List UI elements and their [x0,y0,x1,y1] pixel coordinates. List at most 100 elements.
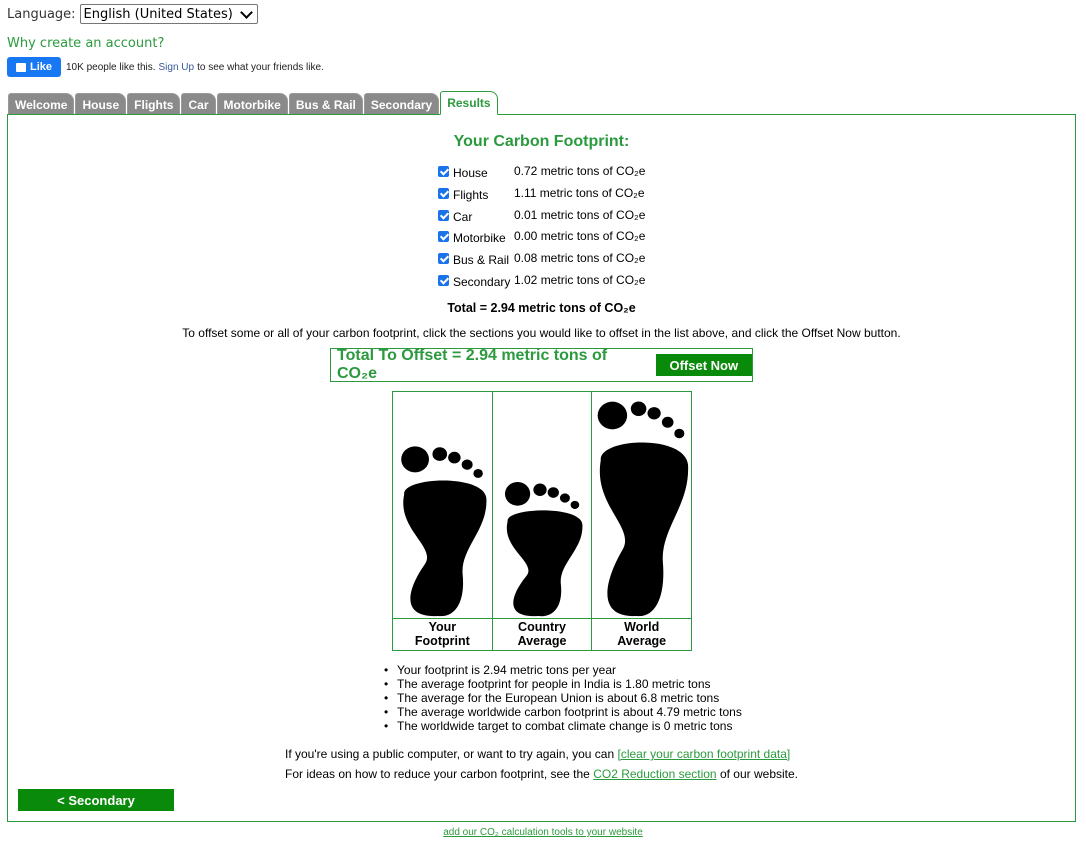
footprint-toe [674,428,685,439]
footprint-toe [504,482,530,506]
facebook-like-label: Like [29,61,52,73]
footprint-toe [432,447,448,461]
footprint-row-bus-rail: Bus & Rail 0.08 metric tons of CO₂e [438,251,678,273]
facebook-like-count: 10K people like this. [66,61,156,73]
bus-rail-checkbox[interactable] [438,253,449,265]
footprint-row-secondary: Secondary 1.02 metric tons of CO₂e [438,273,678,295]
footprint-label-line2: Average [517,634,567,648]
offset-box: Total To Offset = 2.94 metric tons of CO… [330,347,753,382]
footprint-sole [506,510,583,617]
row-label: Bus & Rail [453,253,510,268]
car-checkbox[interactable] [438,209,449,221]
fact-item: The average for the European Union is ab… [384,691,742,705]
footprint-row-house: House 0.72 metric tons of CO₂e [438,164,678,186]
footprint-label-line1: World [624,620,660,634]
fact-item: The average worldwide carbon footprint i… [384,705,742,719]
tab-secondary[interactable]: Secondary [363,93,440,115]
facebook-signup-link[interactable]: Sign Up [159,62,195,73]
fact-item: Your footprint is 2.94 metric tons per y… [384,663,742,677]
row-value: 0.72 metric tons of CO₂e [514,164,646,178]
row-value: 0.01 metric tons of CO₂e [514,207,646,222]
footprint-label-line2: Average [617,634,667,648]
fact-item: The worldwide target to combat climate c… [384,719,742,733]
footprint-toe [597,401,628,430]
reduction-text-before: For ideas on how to reduce your carbon f… [285,767,590,781]
row-label: Car [453,209,473,224]
tab-results[interactable]: Results [440,91,498,115]
footprint-shape [504,482,583,617]
tab-welcome[interactable]: Welcome [8,93,75,115]
clear-data-link[interactable]: [clear your carbon footprint data] [617,747,790,761]
footprint-rows: House 0.72 metric tons of CO₂e Flights 1… [438,164,678,295]
clear-data-note: If you're using a public computer, or wa… [285,747,790,761]
footprint-toe [647,407,662,420]
offset-now-button[interactable]: Offset Now [655,354,752,376]
footprint-toe [448,451,461,464]
facebook-like-button[interactable]: Like [7,57,61,77]
footprint-sole [403,480,487,617]
clear-data-text: If you're using a public computer, or wa… [285,747,615,761]
flights-checkbox[interactable] [438,187,449,199]
tab-bus-rail[interactable]: Bus & Rail [288,93,363,115]
world-footprint-image [597,401,689,617]
footprint-row-motorbike: Motorbike 0.00 metric tons of CO₂e [438,229,678,251]
total-footprint: Total = 2.94 metric tons of CO₂e [447,301,636,315]
language-row: Language: English (United States) [7,4,258,24]
reduction-text-after: of our website. [719,767,798,781]
results-title: Your Carbon Footprint: [453,133,630,150]
footprint-label-line1: Your [428,620,457,634]
tab-flights[interactable]: Flights [127,93,181,115]
top-bar: Language: English (United States) [7,4,258,24]
footprint-toe [547,487,559,498]
footprint-label-line2: Footprint [414,634,470,648]
footprint-col-world: World Average [592,392,692,650]
add-tools-link[interactable]: add our CO₂ calculation tools to your we… [443,827,643,838]
row-value: 1.11 metric tons of CO₂e [514,185,645,200]
tab-house[interactable]: House [75,93,127,115]
footprint-toe [662,416,674,428]
co2-reduction-link[interactable]: CO2 Reduction section [593,767,716,781]
results-panel: Your Carbon Footprint: House 0.72 metric… [7,114,1076,822]
footprint-label-line1: Country [518,620,566,634]
chevron-down-icon [239,5,253,19]
country-footprint-image [504,482,583,617]
footprint-toe [559,493,570,503]
house-checkbox[interactable] [438,166,449,177]
footprint-toe [631,401,647,417]
footprint-shape [597,401,689,617]
tab-motorbike[interactable]: Motorbike [216,93,288,115]
facebook-like-row: Like 10K people like this. Sign Up to se… [7,57,324,77]
footprint-toe [401,446,429,473]
footprint-row-flights: Flights 1.11 metric tons of CO₂e [438,186,678,208]
footprint-col-country: Country Average [492,392,593,650]
footprint-shape [401,446,487,617]
footprint-toe [473,469,483,478]
row-label: Motorbike [453,231,506,246]
language-select[interactable]: English (United States) [79,4,258,24]
language-selected: English (United States) [83,6,233,22]
your-footprint-image [401,446,487,617]
footer-link-wrap: add our CO₂ calculation tools to your we… [0,827,1086,838]
fact-item: The average footprint for people in Indi… [384,677,742,691]
footprint-label: Country Average [492,618,592,650]
back-secondary-button[interactable]: < Secondary [18,789,174,811]
row-label: House [453,166,488,180]
tab-bar: Welcome House Flights Car Motorbike Bus … [8,90,499,115]
secondary-checkbox[interactable] [438,274,449,286]
footprint-row-car: Car 0.01 metric tons of CO₂e [438,208,678,230]
reduction-note: For ideas on how to reduce your carbon f… [285,767,798,781]
motorbike-checkbox[interactable] [438,231,449,243]
footprint-col-your: Your Footprint [393,392,493,650]
row-label: Secondary [453,274,511,289]
footprint-comparison: Your Footprint Country Average World Ave… [392,391,692,651]
facebook-signup-text: to see what your friends like. [197,61,324,73]
footprint-facts: Your footprint is 2.94 metric tons per y… [384,663,742,733]
offset-instruction: To offset some or all of your carbon foo… [182,326,901,340]
language-label: Language: [7,6,76,22]
footprint-label: Your Footprint [393,618,492,650]
row-label: Flights [453,187,489,202]
tab-car[interactable]: Car [181,93,216,115]
row-value: 0.08 metric tons of CO₂e [514,251,646,266]
row-value: 1.02 metric tons of CO₂e [514,272,646,287]
why-create-account-link[interactable]: Why create an account? [7,36,164,51]
